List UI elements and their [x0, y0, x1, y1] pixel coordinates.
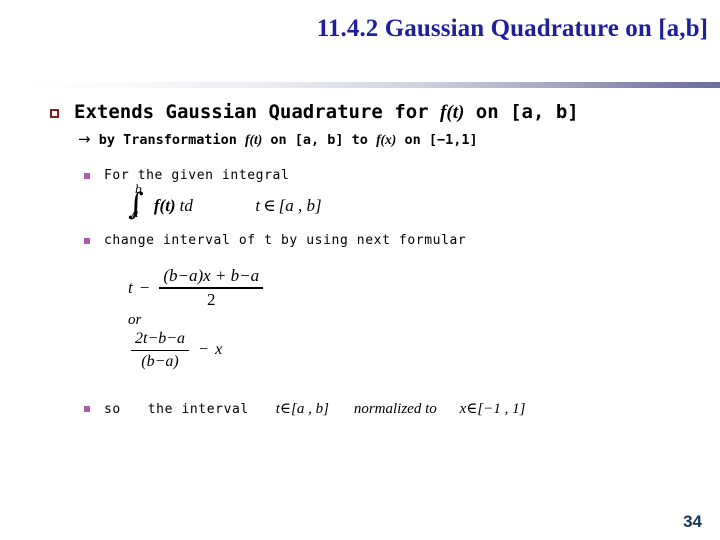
subline-text1: by Transformation — [90, 132, 246, 148]
eq3-denominator: (b−a) — [141, 353, 179, 370]
differential: td — [179, 196, 193, 215]
eq2-numerator: (b−a)x + b−a — [163, 266, 260, 285]
eq2-denominator: 2 — [206, 289, 216, 309]
integrand: f(t) — [153, 196, 176, 215]
bullet1-math-ft: f(t) — [440, 102, 465, 123]
square-bullet-icon — [50, 109, 59, 118]
integral-upper-limit: b — [135, 183, 143, 196]
bullet4-text2: the interval — [147, 402, 249, 417]
eq3-relation: − — [199, 341, 209, 359]
eq3-numerator: 2t−b−a — [135, 329, 186, 347]
transformation-line: → by Transformation f(t) on [a, b] to f(… — [78, 130, 720, 149]
subline-text2: on [a, b] to — [262, 132, 377, 148]
eq2-relation: − — [139, 277, 150, 297]
small-square-bullet-icon — [84, 406, 90, 412]
slide-canvas: 11.4.2 Gaussian Quadrature on [a,b] Exte… — [0, 0, 720, 540]
bullet-change-interval: change interval of t by using next formu… — [82, 232, 720, 250]
title-divider — [18, 82, 720, 88]
domain-var: t — [255, 196, 261, 215]
bullet-normalized-interval: so the interval t∈[a , b] normalized to … — [82, 400, 720, 419]
element-of-icon: ∈ — [466, 401, 478, 417]
eq2-lhs: t — [128, 277, 133, 297]
small-square-bullet-icon — [84, 173, 90, 179]
title-area: 11.4.2 Gaussian Quadrature on [a,b] — [40, 14, 708, 62]
subline-math-ft: f(t) — [245, 132, 263, 147]
equation-t-formula: t − (b−a)x + b−a 2 — [128, 266, 720, 310]
eq3-rhs: x — [215, 341, 223, 359]
page-number: 34 — [683, 512, 702, 531]
subline-text3: on [−1,1] — [396, 132, 478, 148]
bullet1-text-after: on [a, b] — [464, 101, 579, 123]
bullet1-text-before: Extends Gaussian Quadrature for — [74, 101, 441, 123]
bullet4-interval-t: [a , b] — [291, 401, 329, 417]
or-label: or — [128, 311, 142, 328]
eq2-fraction: (b−a)x + b−a 2 — [159, 266, 264, 310]
small-square-bullet-icon — [84, 238, 90, 244]
bullet2-label: For the given integral — [104, 168, 290, 183]
bullet-given-integral: For the given integral — [82, 167, 720, 185]
eq3-fraction: 2t−b−a (b−a) — [131, 329, 190, 373]
equation-x-formula: 2t−b−a (b−a) − x — [128, 329, 720, 373]
arrow-right-icon: → — [78, 130, 91, 148]
bullet4-normalized-label: normalized to — [353, 401, 437, 417]
integral-lower-limit: a — [132, 207, 139, 220]
bullet3-label: change interval of t by using next formu… — [104, 233, 467, 248]
integral-sign-icon: ∫ b a — [128, 184, 144, 220]
bullet4-interval-x: [−1 , 1] — [477, 401, 526, 417]
bullet4-text1: so — [104, 402, 121, 417]
page-title: 11.4.2 Gaussian Quadrature on [a,b] — [316, 15, 708, 42]
equation-integral: ∫ b a f(t) td t ∈ [a , b] — [128, 184, 720, 220]
element-of-icon: ∈ — [279, 401, 292, 417]
element-of-icon: ∈ — [263, 196, 276, 215]
slide-body: Extends Gaussian Quadrature for f(t) on … — [0, 100, 720, 419]
subline-math-fx: f(x) — [376, 132, 397, 147]
bullet-level1: Extends Gaussian Quadrature for f(t) on … — [48, 100, 720, 125]
domain-interval: [a , b] — [278, 196, 322, 215]
